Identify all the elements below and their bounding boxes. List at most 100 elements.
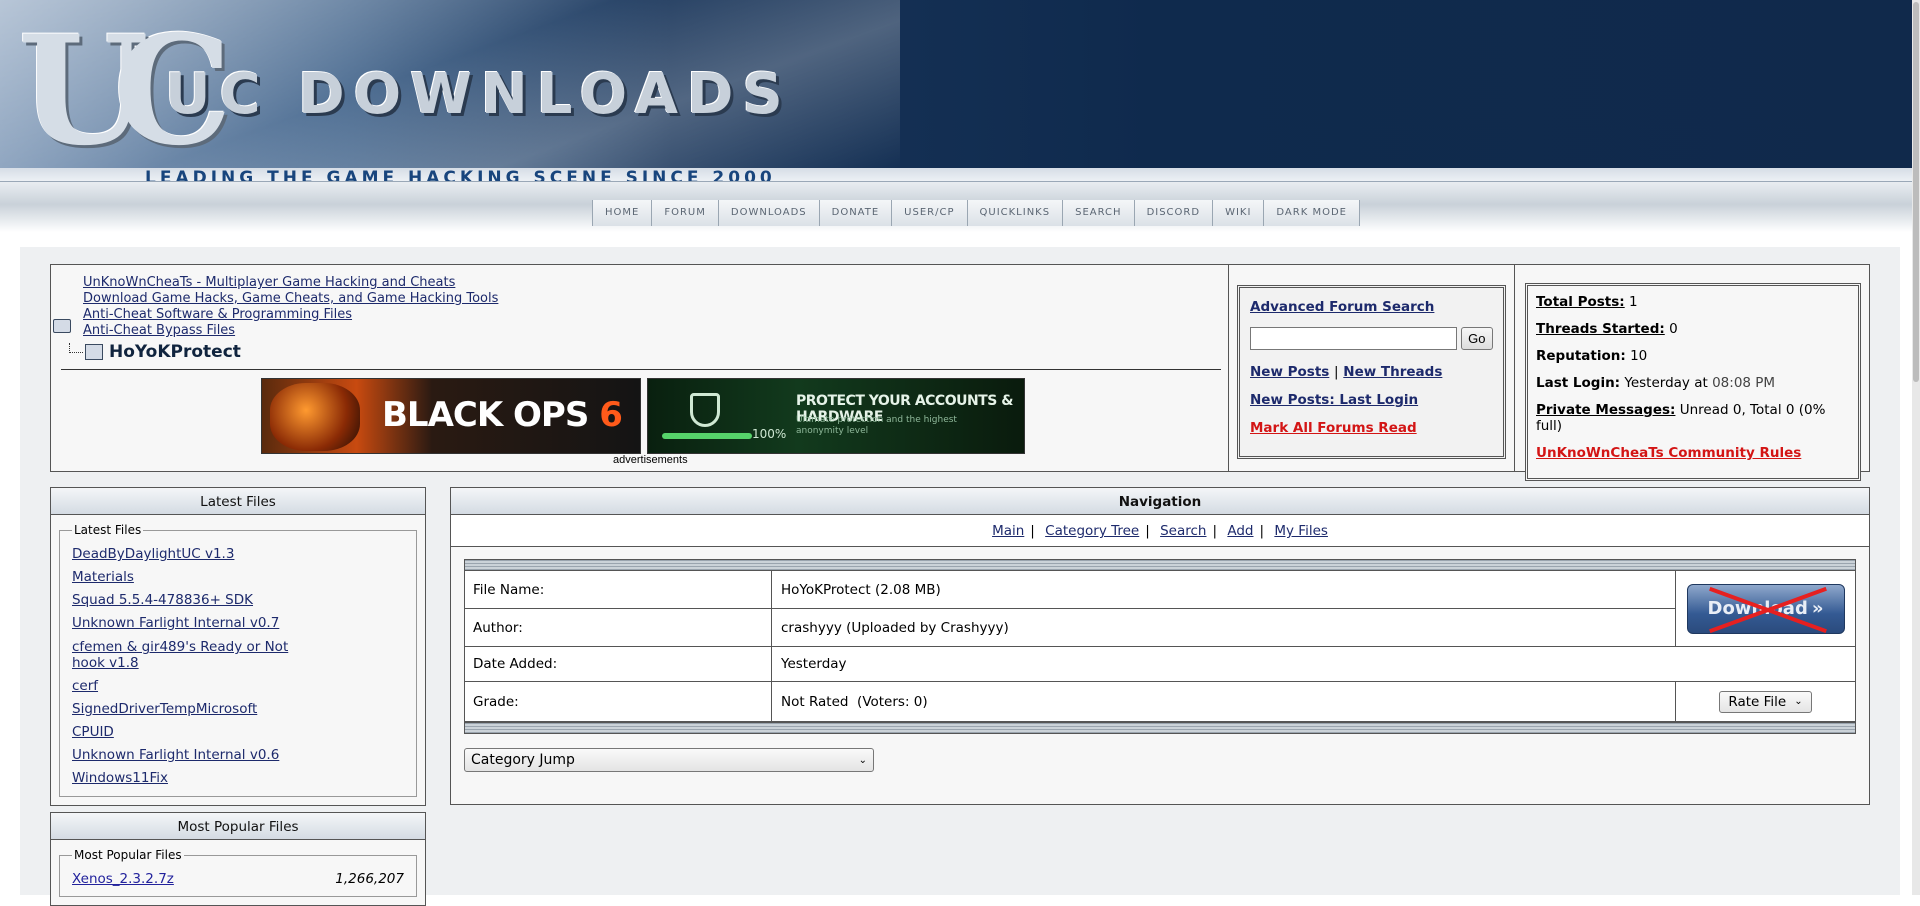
page-content: UnKnoWnCheaTs - Multiplayer Game Hacking… <box>20 247 1900 906</box>
rate-file-dropdown[interactable]: Rate File ⌄ <box>1719 690 1812 713</box>
table-hatch-top <box>465 560 1855 571</box>
latest-files-header: Latest Files <box>50 487 426 515</box>
last-login-day: Yesterday at <box>1624 375 1708 391</box>
private-messages-label[interactable]: Private Messages: <box>1536 402 1675 418</box>
ad-progress-bar <box>662 433 752 439</box>
chevron-down-icon: ⌄ <box>1794 696 1803 707</box>
list-item[interactable]: Squad 5.5.4-478836+ SDK <box>72 589 322 612</box>
ad-banner-protect[interactable]: 100% PROTECT YOUR ACCOUNTS & HARDWARE Ul… <box>647 378 1025 454</box>
nav-discord[interactable]: DISCORD <box>1134 200 1214 226</box>
list-item[interactable]: SignedDriverTempMicrosoft <box>72 698 322 721</box>
table-row: Author: crashyyy (Uploaded by Crashyyy) <box>465 609 1675 647</box>
file-details-body: File Name: HoYoKProtect (2.08 MB) Author… <box>450 547 1870 805</box>
scrollbar-thumb[interactable] <box>1913 2 1919 382</box>
breadcrumb: UnKnoWnCheaTs - Multiplayer Game Hacking… <box>51 265 1229 471</box>
list-item[interactable]: CPUID <box>72 721 322 744</box>
go-button[interactable]: Go <box>1460 327 1493 350</box>
grade-value: Not Rated (Voters: 0) <box>781 693 928 710</box>
category-jump-select[interactable]: Category Jump ⌄ <box>464 748 874 772</box>
ad1-text: BLACK OPS 6 <box>382 395 623 435</box>
table-row: File Name: HoYoKProtect (2.08 MB) <box>465 571 1675 609</box>
nav-search[interactable]: SEARCH <box>1063 200 1135 226</box>
forum-search-input[interactable] <box>1250 327 1457 350</box>
nav-home[interactable]: HOME <box>593 200 653 226</box>
page-scrollbar[interactable] <box>1912 0 1920 895</box>
tree-connector <box>69 343 83 353</box>
total-posts-value: 1 <box>1628 294 1638 310</box>
ad-area: BLACK OPS 6 100% PROTECT YOUR ACCOUNTS &… <box>261 378 1228 454</box>
separator: | <box>1145 523 1150 539</box>
navigation-header: Navigation <box>450 487 1870 515</box>
nav-wiki[interactable]: WIKI <box>1213 200 1265 226</box>
list-item[interactable]: DeadByDaylightUC v1.3 <box>72 543 322 566</box>
top-info-box: UnKnoWnCheaTs - Multiplayer Game Hacking… <box>50 264 1870 481</box>
mark-forums-read-link[interactable]: Mark All Forums Read <box>1250 420 1417 436</box>
separator: | <box>1259 523 1265 539</box>
popular-file-link[interactable]: Xenos_2.3.2.7z <box>72 868 174 890</box>
download-button[interactable]: Download » <box>1686 583 1845 634</box>
grade-label: Grade: <box>465 682 772 721</box>
site-tagline: LEADING THE GAME HACKING SCENE SINCE 200… <box>145 168 776 182</box>
nav-link-add[interactable]: Add <box>1227 523 1253 539</box>
ad2-subtitle: Ultimate protection and the highest anon… <box>796 415 957 436</box>
home-icon <box>85 344 103 360</box>
nav-dark-mode[interactable]: DARK MODE <box>1264 200 1360 226</box>
separator: | <box>1212 523 1218 539</box>
list-item[interactable]: cfemen & gir489's Ready or Not hook v1.8 <box>72 639 322 671</box>
threads-started-label[interactable]: Threads Started: <box>1536 321 1665 337</box>
user-stats-panel: Total Posts: 1 Threads Started: 0 Reputa… <box>1515 265 1869 481</box>
latest-files-fieldset: Latest Files DeadByDaylightUC v1.3 Mater… <box>59 523 417 797</box>
nav-forum[interactable]: FORUM <box>652 200 719 226</box>
breadcrumb-item[interactable]: UnKnoWnCheaTs - Multiplayer Game Hacking… <box>83 275 455 290</box>
nav-link-search[interactable]: Search <box>1160 523 1206 539</box>
chevron-down-icon: ⌄ <box>858 754 867 766</box>
nav-usercp[interactable]: USER/CP <box>892 200 968 226</box>
rate-cell: Rate File ⌄ <box>1675 682 1855 721</box>
list-item: Xenos_2.3.2.7z 1,266,207 <box>72 868 404 890</box>
nav-link-main[interactable]: Main <box>992 523 1024 539</box>
nav-downloads[interactable]: DOWNLOADS <box>718 200 820 226</box>
ad-banner-black-ops[interactable]: BLACK OPS 6 <box>261 378 641 454</box>
user-stats-box: Total Posts: 1 Threads Started: 0 Reputa… <box>1525 283 1861 481</box>
page-title: HoYoKProtect <box>61 342 1228 362</box>
ad-progress-label: 100% <box>752 427 787 441</box>
threads-started-value: 0 <box>1669 321 1678 337</box>
list-item[interactable]: cerf <box>72 675 322 698</box>
community-rules-link[interactable]: UnKnoWnCheaTs Community Rules <box>1536 445 1801 461</box>
table-hatch-bottom <box>465 722 1855 733</box>
last-login-time: 08:08 PM <box>1712 375 1776 391</box>
latest-files-body: Latest Files DeadByDaylightUC v1.3 Mater… <box>50 515 426 806</box>
date-added-value: Yesterday <box>781 656 847 672</box>
new-posts-link[interactable]: New Posts <box>1250 364 1329 380</box>
logo-mark[interactable]: UC <box>18 6 232 181</box>
new-threads-link[interactable]: New Threads <box>1343 364 1442 380</box>
table-row: Date Added: Yesterday <box>465 647 1855 682</box>
total-posts-label[interactable]: Total Posts: <box>1536 294 1625 310</box>
nav-quicklinks[interactable]: QUICKLINKS <box>967 200 1064 226</box>
popular-files-body: Most Popular Files Xenos_2.3.2.7z 1,266,… <box>50 840 426 906</box>
author-value: crashyyy (Uploaded by Crashyyy) <box>781 619 1009 636</box>
nav-link-my-files[interactable]: My Files <box>1274 523 1328 539</box>
popular-files-header: Most Popular Files <box>50 812 426 840</box>
nav-link-category-tree[interactable]: Category Tree <box>1045 523 1139 539</box>
site-title[interactable]: UC DOWNLOADS <box>165 62 792 127</box>
separator: | <box>1030 523 1035 539</box>
breadcrumb-item[interactable]: Download Game Hacks, Game Cheats, and Ga… <box>83 291 498 306</box>
popular-files-legend: Most Popular Files <box>74 848 182 862</box>
nav-donate[interactable]: DONATE <box>819 200 893 226</box>
shield-icon <box>690 393 720 427</box>
skull-icon <box>270 383 360 451</box>
left-sidebar: Latest Files Latest Files DeadByDaylight… <box>50 487 426 906</box>
new-posts-last-login-link[interactable]: New Posts: Last Login <box>1250 392 1418 408</box>
main-nav: HOME FORUM DOWNLOADS DONATE USER/CP QUIC… <box>592 200 1360 226</box>
download-cell: Download » <box>1675 571 1855 647</box>
advanced-search-link[interactable]: Advanced Forum Search <box>1250 299 1434 315</box>
list-item[interactable]: Windows11Fix <box>72 767 322 790</box>
list-item[interactable]: Materials <box>72 566 322 589</box>
reputation-value: 10 <box>1630 348 1648 364</box>
list-item[interactable]: Unknown Farlight Internal v0.7 <box>72 612 322 635</box>
list-item[interactable]: Unknown Farlight Internal v0.6 <box>72 744 322 767</box>
file-name-value: HoYoKProtect (2.08 MB) <box>781 581 941 598</box>
breadcrumb-item[interactable]: Anti-Cheat Bypass Files <box>83 323 235 338</box>
breadcrumb-item[interactable]: Anti-Cheat Software & Programming Files <box>83 307 352 322</box>
